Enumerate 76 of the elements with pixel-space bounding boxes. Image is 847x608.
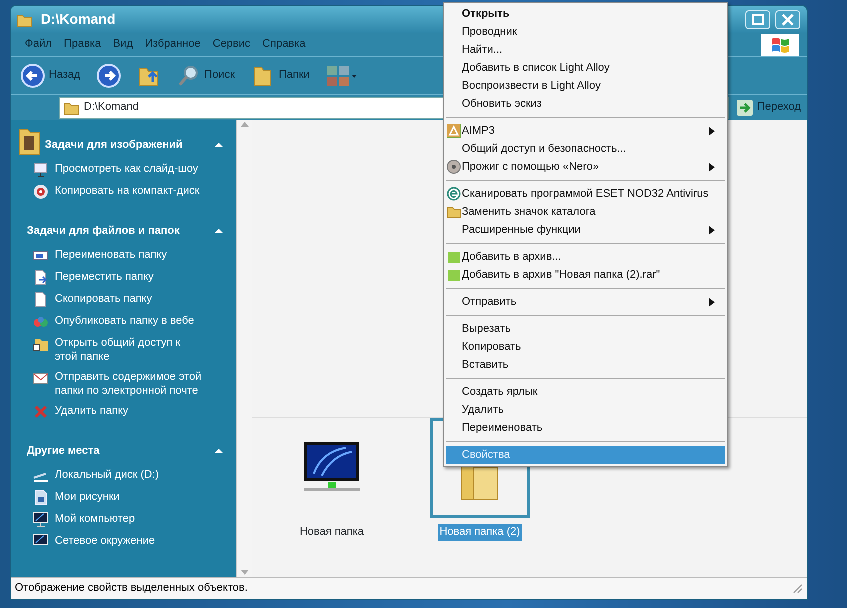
search-icon — [176, 64, 201, 88]
arrow-icon — [737, 100, 754, 116]
menu-item[interactable]: Вырезать — [446, 320, 725, 338]
go-button[interactable]: Переход — [737, 99, 801, 116]
disc-icon — [447, 160, 461, 174]
task-link[interactable]: Опубликовать папку в вебе — [55, 314, 205, 328]
menu-item[interactable]: Справка — [256, 36, 312, 53]
menu-item[interactable]: Обновить эскиз — [446, 95, 725, 113]
triangle-icon — [447, 124, 461, 138]
menu-item[interactable]: Избранное — [139, 36, 207, 53]
flag-logo-icon — [770, 36, 790, 54]
menu-item[interactable]: Копировать — [446, 338, 725, 356]
menu-item[interactable]: Вид — [107, 36, 140, 53]
document-icon — [33, 292, 49, 308]
menu-item[interactable]: Сканировать программой ESET NOD32 Antivirus — [446, 185, 725, 203]
folder-icon — [447, 205, 461, 219]
letter-e-icon — [447, 187, 461, 201]
back-button[interactable]: Назад — [21, 64, 81, 88]
menu-item[interactable]: Заменить значок каталога — [446, 203, 725, 221]
menu-item[interactable]: Прожиг с помощью «Nero» — [446, 158, 725, 176]
close-button[interactable] — [775, 10, 801, 30]
menu-item[interactable]: Расширенные функции — [446, 221, 725, 239]
menu-item[interactable]: Открыть — [446, 5, 725, 23]
menu-item[interactable]: Правка — [58, 36, 108, 53]
task-link[interactable]: Мой компьютер — [55, 512, 205, 526]
resize-grip-icon — [793, 584, 803, 594]
document-arrow-icon — [33, 270, 49, 286]
task-link[interactable]: Скопировать папку — [55, 292, 205, 306]
search-button[interactable]: Поиск — [176, 64, 236, 88]
maximize-button[interactable] — [745, 10, 771, 30]
task-link[interactable]: Переместить папку — [55, 270, 205, 284]
menu-item[interactable]: Сервис — [206, 36, 257, 53]
screen-icon — [33, 162, 49, 178]
menu-item[interactable]: Добавить в список Light Alloy — [446, 59, 725, 77]
monitor-icon — [33, 512, 49, 528]
task-link[interactable]: Мои рисунки — [55, 490, 205, 504]
archive-icon — [447, 268, 461, 282]
section-title: Задачи для изображений — [45, 138, 183, 153]
task-link[interactable]: Копировать на компакт-диск — [55, 184, 205, 198]
task-link[interactable]: Переименовать папку — [55, 248, 205, 262]
task-link[interactable]: Сетевое окружение — [55, 534, 205, 548]
menu-item[interactable]: Воспроизвести в Light Alloy — [446, 77, 725, 95]
menu-item[interactable]: Найти... — [446, 41, 725, 59]
task-link[interactable]: Открыть общий доступ к этой папке — [55, 336, 205, 364]
scroll-bar[interactable] — [236, 120, 252, 577]
file-name[interactable]: Новая папка — [298, 524, 366, 540]
folders-button[interactable]: Папки — [251, 64, 310, 88]
document-icon — [33, 490, 49, 506]
section-title: Другие места — [27, 444, 100, 459]
menu-item[interactable]: Свойства — [446, 446, 725, 464]
section-title: Задачи для файлов и папок — [27, 224, 180, 239]
menu-item[interactable]: Общий доступ и безопасность... — [446, 140, 725, 158]
window-title: D:\Komand — [41, 10, 116, 29]
menu-item[interactable]: Добавить в архив "Новая папка (2).rar" — [446, 266, 725, 284]
menu-item[interactable]: Вставить — [446, 356, 725, 374]
status-text: Отображение свойств выделенных объектов. — [15, 581, 248, 596]
menu-item[interactable]: Отправить — [446, 293, 725, 311]
menu-item[interactable]: Файл — [19, 36, 58, 53]
menu-item[interactable]: Добавить в архив... — [446, 248, 725, 266]
task-link[interactable]: Удалить папку — [55, 404, 205, 418]
disc-icon — [33, 184, 49, 200]
menu-item[interactable]: Переименовать — [446, 419, 725, 437]
menu-item[interactable]: Проводник — [446, 23, 725, 41]
views-button[interactable] — [326, 64, 358, 88]
task-link[interactable]: Просмотреть как слайд-шоу — [55, 162, 205, 176]
forward-button[interactable] — [96, 64, 121, 88]
menu-item[interactable]: Удалить — [446, 401, 725, 419]
shared-folder-icon — [33, 336, 49, 352]
cross-icon — [33, 404, 49, 420]
monitor-icon — [302, 442, 362, 494]
archive-icon — [447, 250, 461, 264]
menu-item[interactable]: Создать ярлык — [446, 383, 725, 401]
menu-item[interactable]: AIMP3 — [446, 122, 725, 140]
file-name[interactable]: Новая папка (2) — [438, 524, 522, 540]
task-link[interactable]: Локальный диск (D:) — [55, 468, 205, 482]
task-link[interactable]: Отправить содержимое этой папки по электронной почте — [55, 370, 205, 398]
